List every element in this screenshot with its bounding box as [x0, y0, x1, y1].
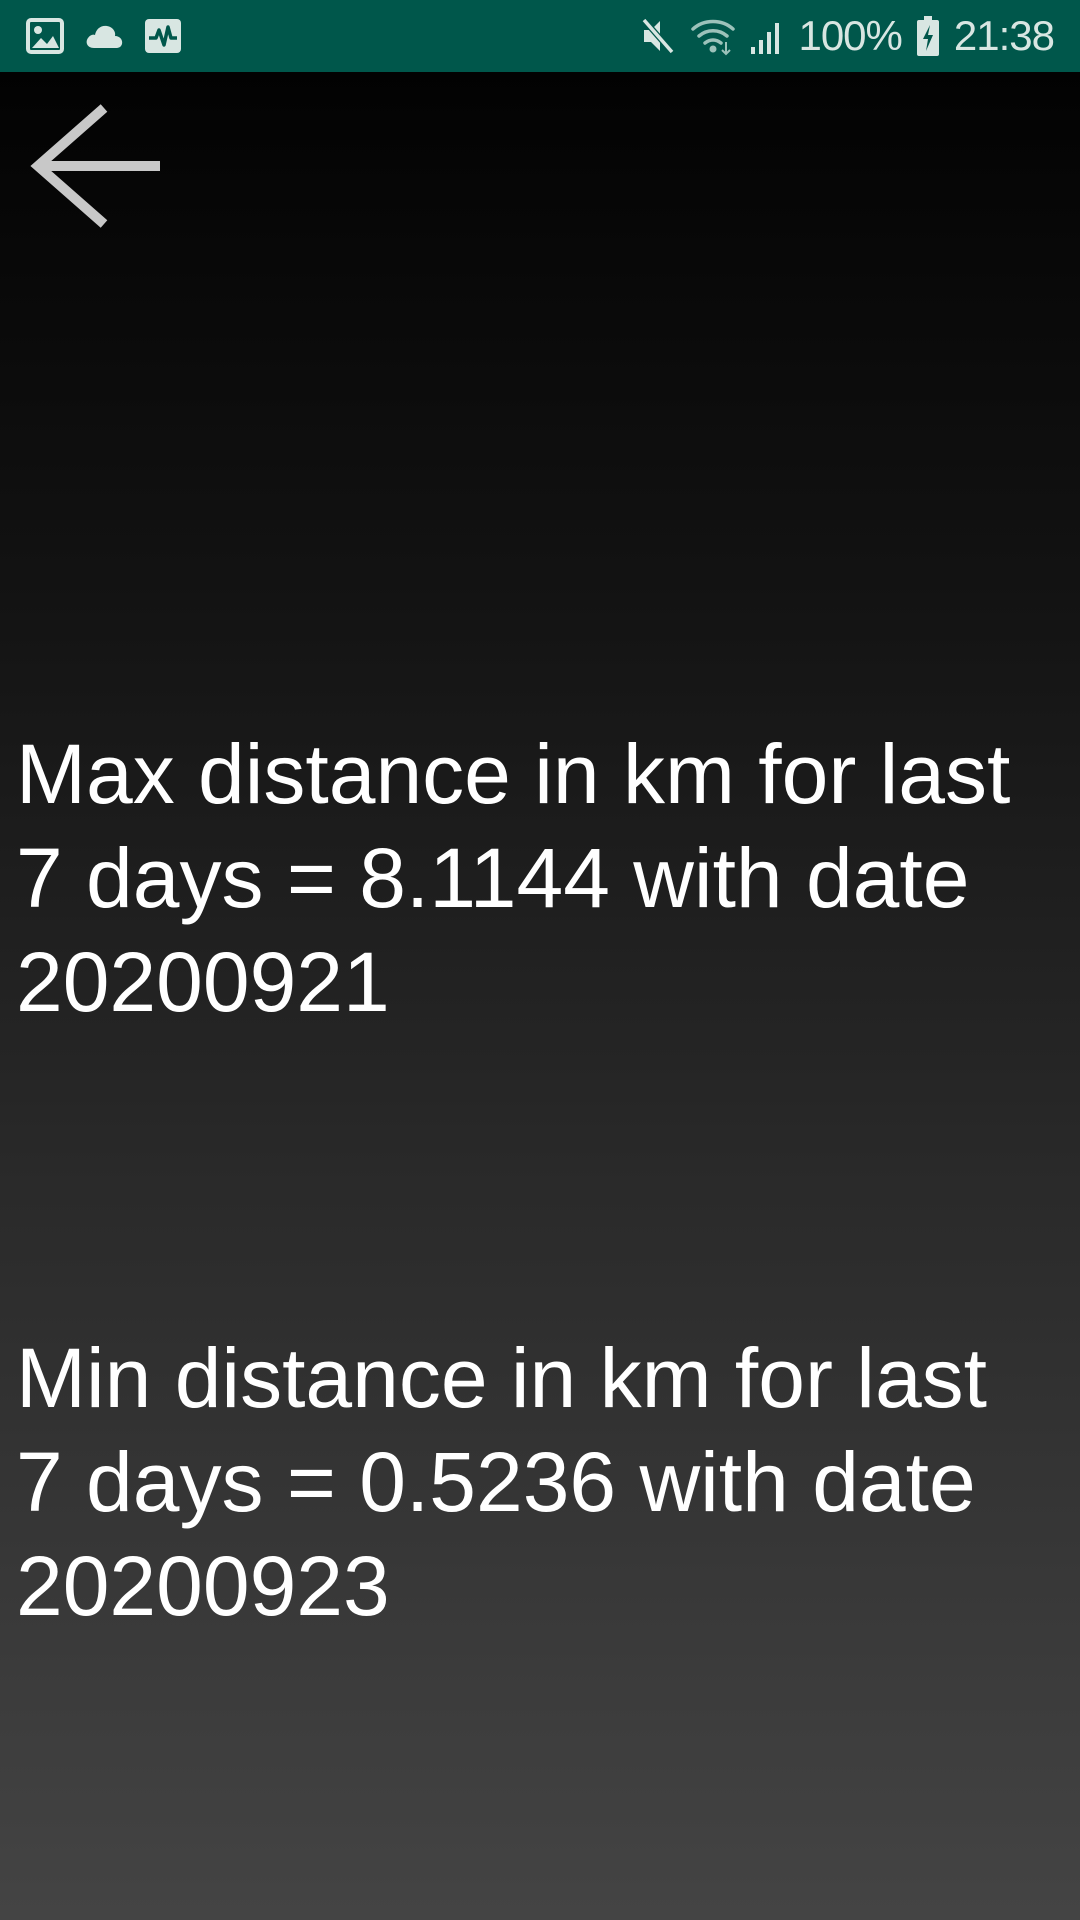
back-arrow-icon: [30, 104, 160, 228]
mute-icon: [640, 16, 676, 56]
notification-icons: [26, 14, 182, 58]
max-distance-text: Max distance in km for last 7 days = 8.1…: [16, 727, 1011, 1029]
signal-icon: [750, 17, 784, 55]
activity-icon: [144, 18, 182, 54]
app-screen: 100% 21:38 Max distance in km for last 7…: [0, 0, 1080, 1920]
cloud-icon: [84, 22, 124, 50]
min-distance-text: Min distance in km for last 7 days = 0.5…: [16, 1331, 988, 1633]
wifi-icon: [690, 16, 736, 56]
clock: 21:38: [953, 12, 1055, 59]
image-icon: [26, 18, 64, 54]
back-button[interactable]: [28, 100, 164, 236]
battery-percentage: 100%: [798, 12, 902, 59]
battery-charging-icon: [916, 15, 940, 57]
status-bar: 100% 21:38: [0, 0, 1080, 72]
system-status: 100% 21:38: [640, 10, 1055, 62]
